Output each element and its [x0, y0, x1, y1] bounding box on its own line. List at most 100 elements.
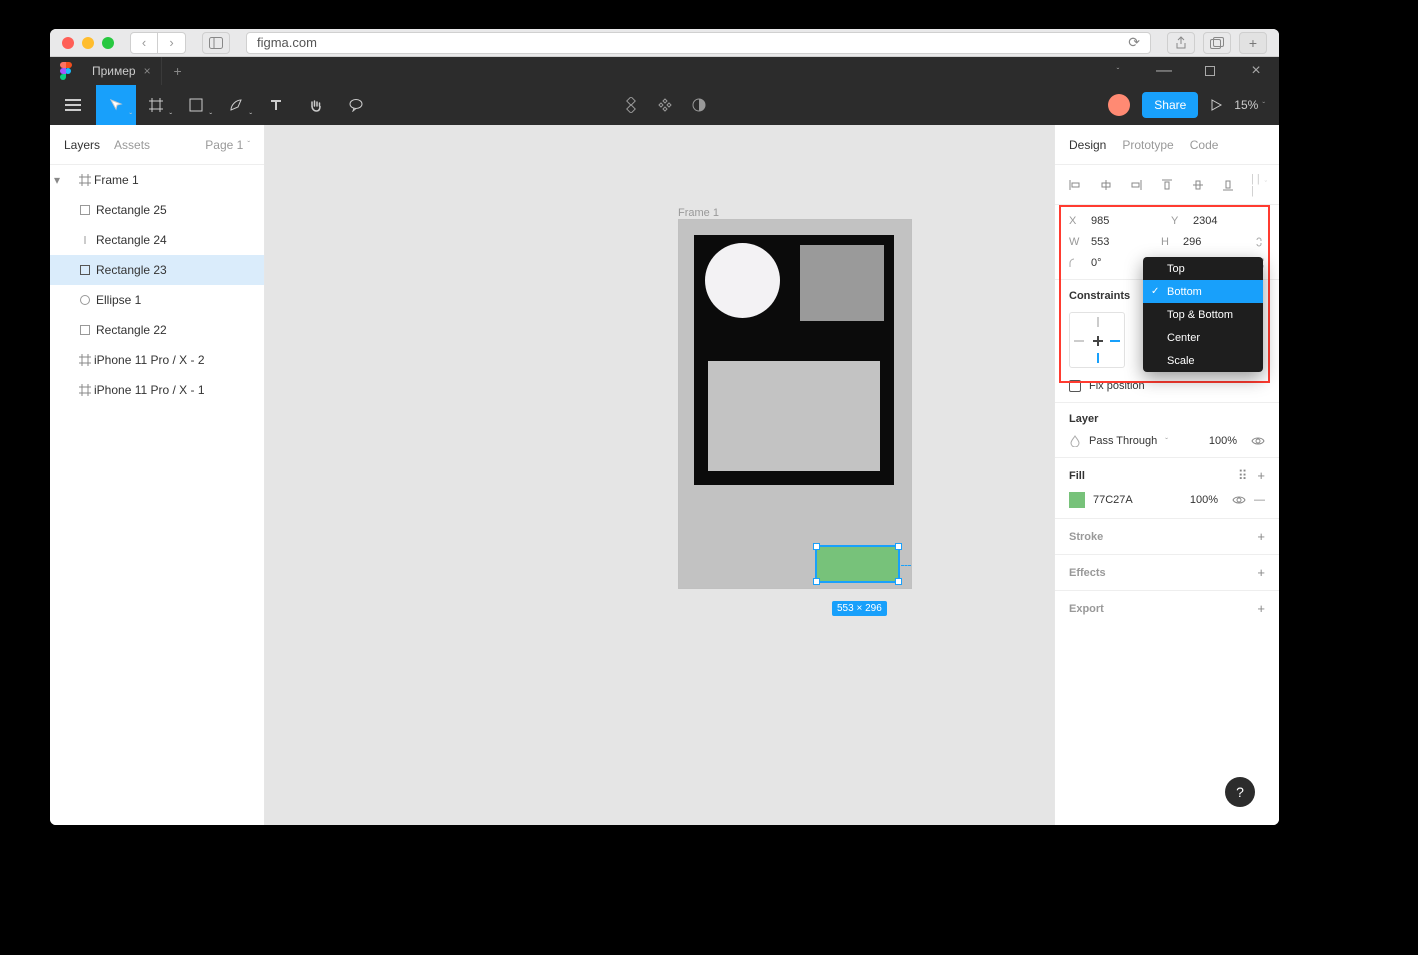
add-tab-button[interactable]: + — [162, 57, 194, 85]
distribute-icon[interactable]: | | |ˇ — [1251, 177, 1267, 193]
constraints-widget[interactable] — [1069, 312, 1125, 368]
page-selector[interactable]: Page 1 ˇ — [205, 138, 250, 152]
minimize-icon[interactable]: — — [1141, 57, 1187, 85]
canvas-ellipse[interactable] — [705, 243, 780, 318]
comment-tool[interactable] — [336, 85, 376, 125]
url-bar[interactable]: figma.com ⟳ — [246, 32, 1151, 54]
layer-frame[interactable]: iPhone 11 Pro / X - 1 — [50, 375, 264, 405]
menu-item-top[interactable]: Top — [1143, 257, 1263, 280]
chevron-down-icon[interactable]: ˇ — [169, 112, 172, 121]
dropdown-icon[interactable]: ˇ — [1095, 57, 1141, 85]
align-hcenter-icon[interactable] — [1098, 177, 1114, 193]
constrain-proportions-icon[interactable] — [1253, 235, 1265, 249]
chevron-down-icon[interactable]: ˇ — [209, 112, 212, 121]
align-top-icon[interactable] — [1159, 177, 1175, 193]
zoom-dropdown[interactable]: 15% ˇ — [1234, 98, 1265, 112]
align-vcenter-icon[interactable] — [1190, 177, 1206, 193]
layer-item-selected[interactable]: Rectangle 23 — [50, 255, 264, 285]
canvas-selected-rectangle[interactable] — [815, 545, 900, 583]
mask-icon[interactable] — [691, 97, 707, 113]
fill-opacity-input[interactable]: 100% — [1190, 494, 1218, 506]
hand-tool[interactable] — [296, 85, 336, 125]
y-input[interactable]: 2304 — [1193, 215, 1265, 227]
restore-icon[interactable] — [1187, 57, 1233, 85]
instance-icon[interactable] — [657, 97, 673, 113]
fix-position-checkbox[interactable] — [1069, 380, 1081, 392]
menu-item-bottom[interactable]: Bottom — [1143, 280, 1263, 303]
x-input[interactable]: 985 — [1091, 215, 1163, 227]
h-input[interactable]: 296 — [1183, 236, 1245, 248]
resize-handle-bottom-right[interactable] — [895, 578, 902, 585]
style-icon[interactable]: ⠿ — [1238, 468, 1248, 484]
frame-title[interactable]: Frame 1 — [678, 207, 719, 219]
chevron-down-icon[interactable]: ▾ — [50, 173, 64, 187]
layer-frame[interactable]: iPhone 11 Pro / X - 2 — [50, 345, 264, 375]
align-right-icon[interactable] — [1128, 177, 1144, 193]
frame-tool[interactable]: ˇ — [136, 85, 176, 125]
layer-item[interactable]: Ellipse 1 — [50, 285, 264, 315]
pen-tool[interactable]: ˇ — [216, 85, 256, 125]
close-window-icon[interactable] — [62, 37, 74, 49]
visibility-icon[interactable] — [1232, 494, 1246, 506]
layer-item[interactable]: Rectangle 24 — [50, 225, 264, 255]
fill-swatch[interactable] — [1069, 492, 1085, 508]
canvas-gray-square[interactable] — [800, 245, 884, 321]
layer-frame[interactable]: ▾ Frame 1 — [50, 165, 264, 195]
resize-handle-bottom-left[interactable] — [813, 578, 820, 585]
tab-file[interactable]: Пример × — [82, 57, 162, 85]
canvas-frame[interactable] — [678, 219, 912, 589]
add-effect-icon[interactable]: + — [1257, 565, 1265, 580]
figma-logo-icon[interactable] — [50, 57, 82, 85]
safari-share-button[interactable] — [1167, 32, 1195, 54]
resize-handle-top-left[interactable] — [813, 543, 820, 550]
remove-fill-icon[interactable]: — — [1254, 494, 1265, 506]
menu-item-center[interactable]: Center — [1143, 326, 1263, 349]
w-input[interactable]: 553 — [1091, 236, 1153, 248]
present-icon[interactable] — [1210, 98, 1222, 112]
close-tab-icon[interactable]: × — [144, 64, 151, 78]
reload-icon[interactable]: ⟳ — [1128, 34, 1140, 51]
move-tool[interactable]: ˇ — [96, 85, 136, 125]
add-fill-icon[interactable]: + — [1257, 468, 1265, 484]
text-tool[interactable] — [256, 85, 296, 125]
tab-prototype[interactable]: Prototype — [1122, 138, 1173, 152]
canvas-gray-rectangle[interactable] — [708, 361, 880, 471]
align-left-icon[interactable] — [1067, 177, 1083, 193]
safari-tabs-button[interactable] — [1203, 32, 1231, 54]
maximize-window-icon[interactable] — [102, 37, 114, 49]
menu-item-top-bottom[interactable]: Top & Bottom — [1143, 303, 1263, 326]
safari-sidebar-button[interactable] — [202, 32, 230, 54]
layer-opacity-input[interactable]: 100% — [1209, 435, 1237, 447]
chevron-down-icon[interactable]: ˇ — [249, 112, 252, 121]
fill-hex-input[interactable]: 77C27A — [1093, 494, 1133, 506]
tab-layers[interactable]: Layers — [64, 138, 100, 152]
layer-item[interactable]: Rectangle 25 — [50, 195, 264, 225]
back-button[interactable]: ‹ — [130, 32, 158, 54]
share-button[interactable]: Share — [1142, 92, 1198, 118]
help-button[interactable]: ? — [1225, 777, 1255, 807]
visibility-icon[interactable] — [1251, 435, 1265, 447]
blend-mode-dropdown[interactable]: Pass Through — [1089, 435, 1157, 447]
add-stroke-icon[interactable]: + — [1257, 529, 1265, 544]
component-icon[interactable] — [623, 97, 639, 113]
tab-design[interactable]: Design — [1069, 138, 1106, 152]
canvas-black-rectangle[interactable] — [694, 235, 894, 485]
align-bottom-icon[interactable] — [1220, 177, 1236, 193]
canvas[interactable]: Frame 1 553 × 296 — [265, 125, 1054, 825]
chevron-down-icon[interactable]: ˇ — [129, 112, 132, 121]
minimize-window-icon[interactable] — [82, 37, 94, 49]
resize-handle-top-right[interactable] — [895, 543, 902, 550]
chevron-down-icon[interactable]: ˇ — [1165, 437, 1168, 446]
close-icon[interactable]: × — [1233, 57, 1279, 85]
shape-tool[interactable]: ˇ — [176, 85, 216, 125]
forward-button[interactable]: › — [158, 32, 186, 54]
add-export-icon[interactable]: + — [1257, 601, 1265, 616]
avatar-icon[interactable] — [1108, 94, 1130, 116]
tab-code[interactable]: Code — [1190, 138, 1219, 152]
tab-assets[interactable]: Assets — [114, 138, 150, 152]
rectangle-icon — [62, 265, 96, 275]
layer-item[interactable]: Rectangle 22 — [50, 315, 264, 345]
safari-new-tab-button[interactable]: + — [1239, 32, 1267, 54]
menu-item-scale[interactable]: Scale — [1143, 349, 1263, 372]
hamburger-menu-icon[interactable] — [50, 99, 96, 111]
